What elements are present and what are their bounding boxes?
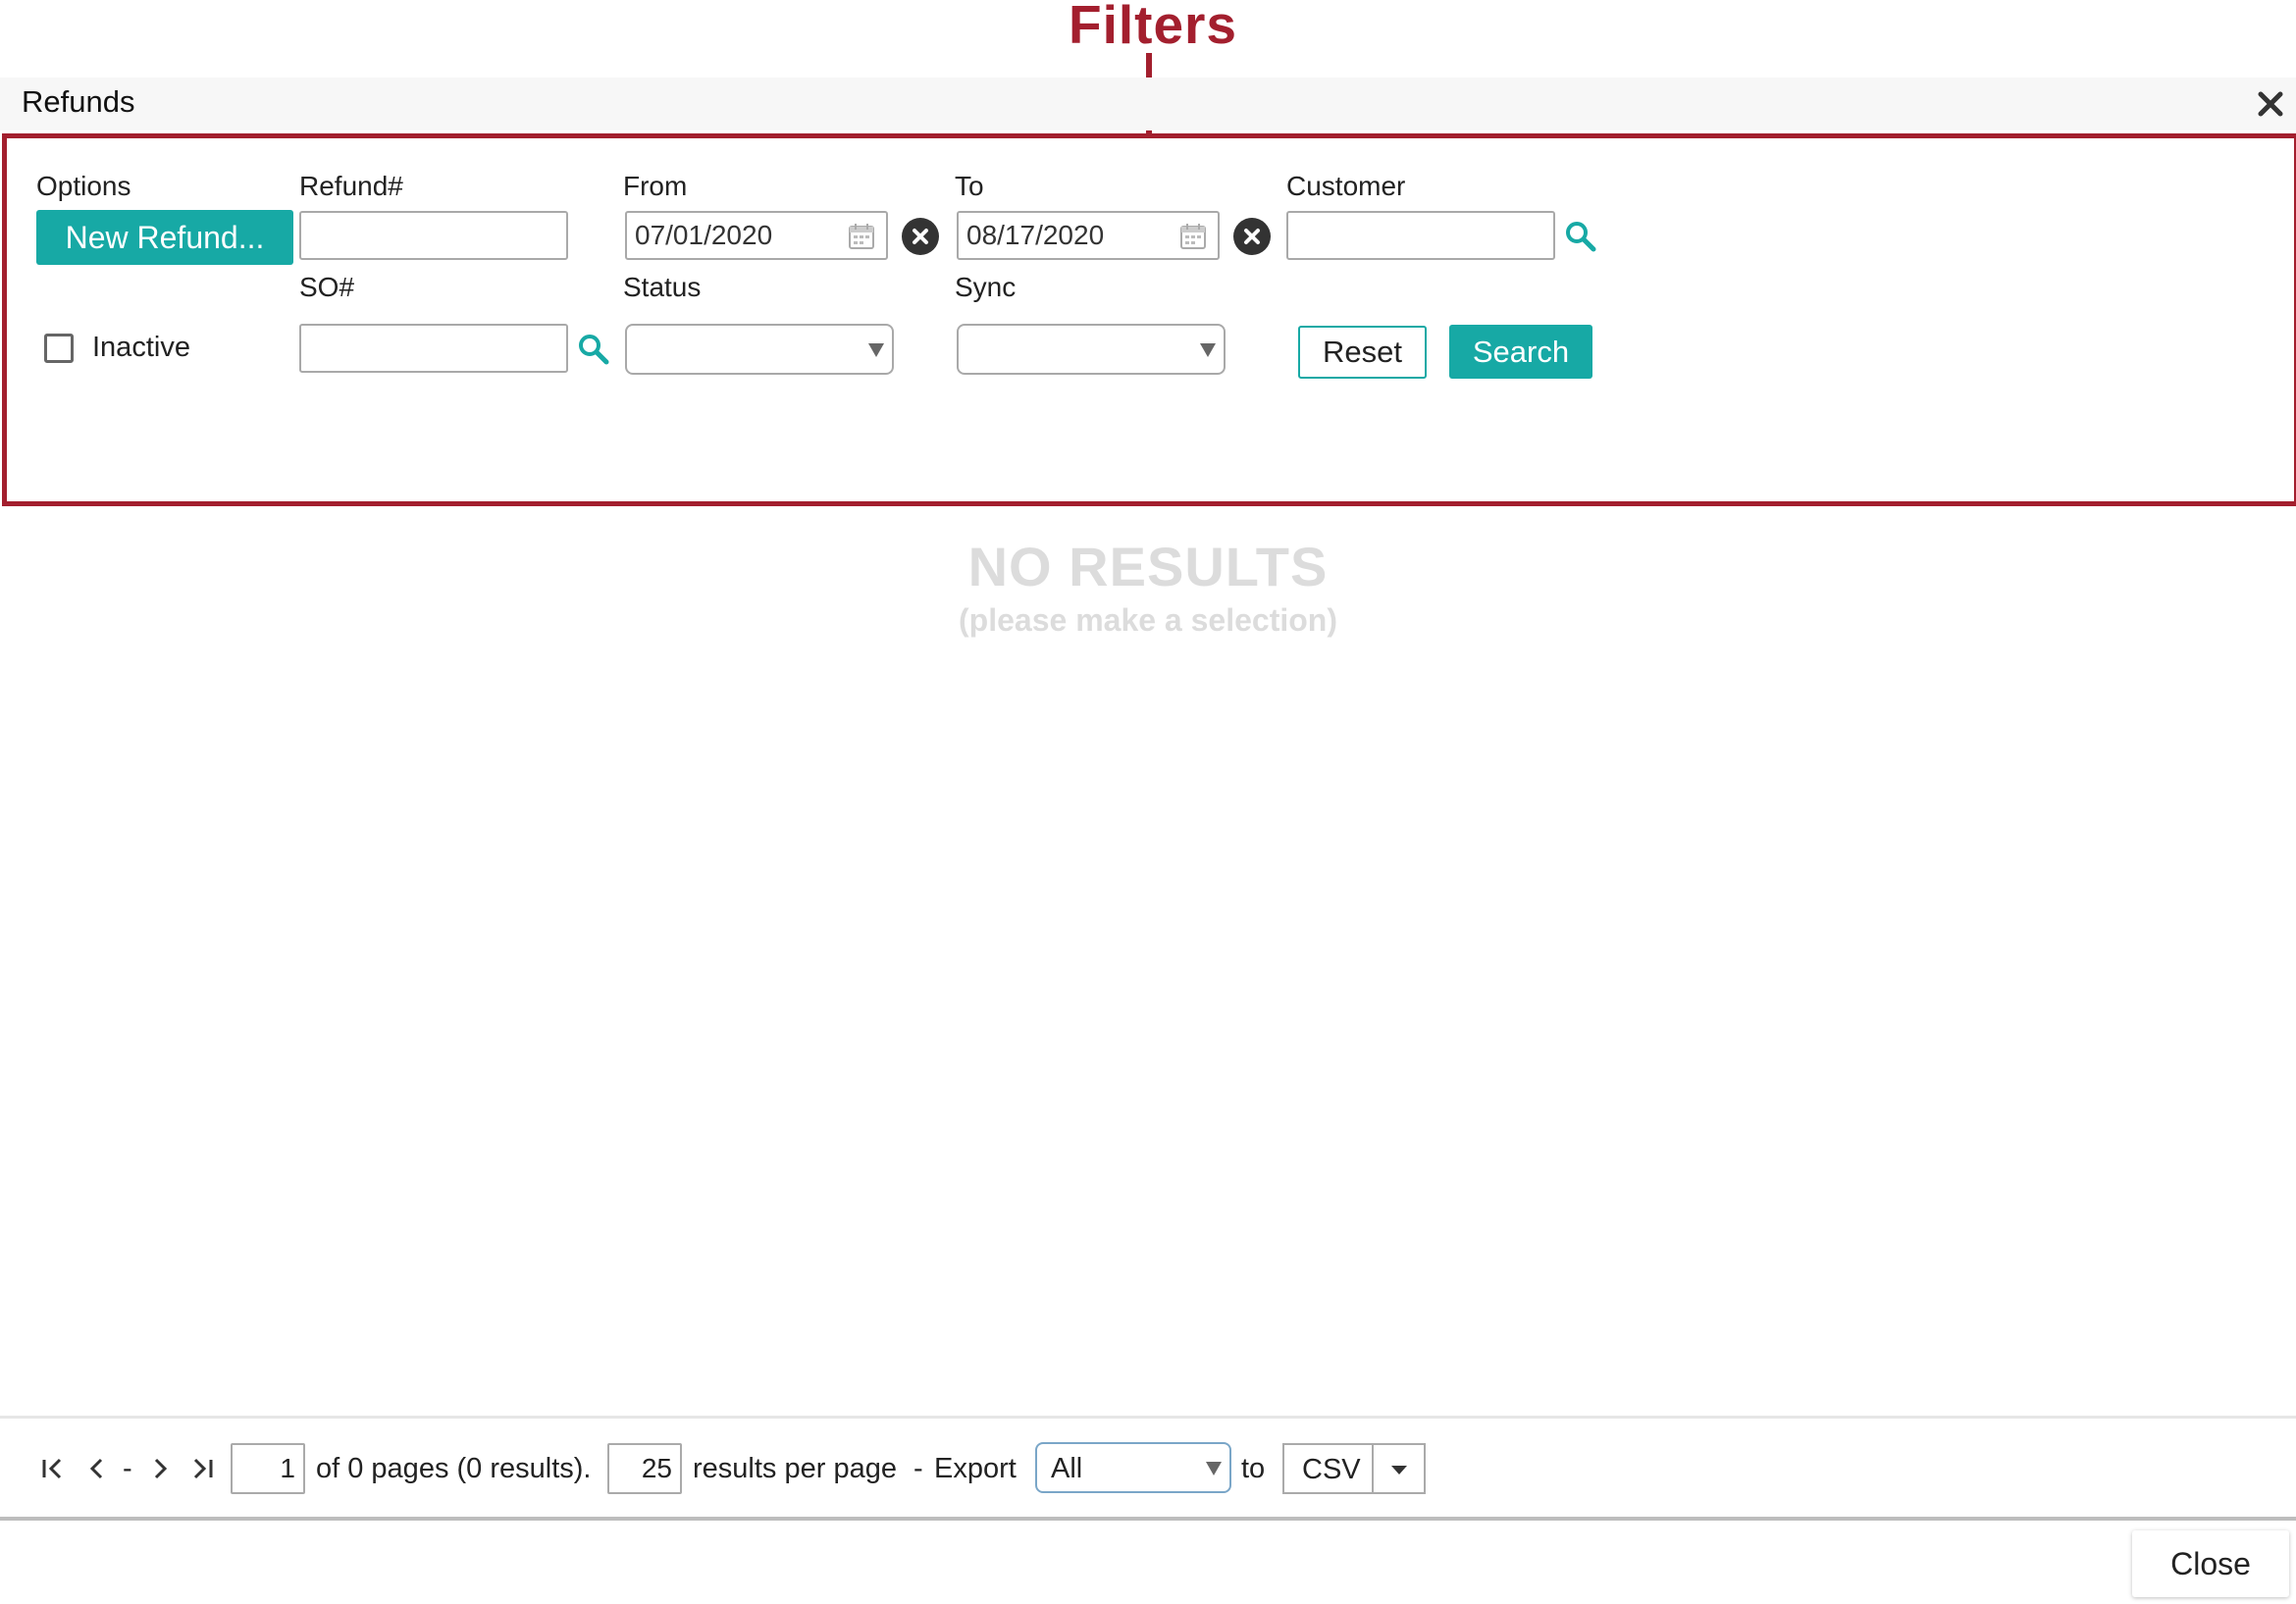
- dialog-header: [0, 78, 2296, 130]
- export-format-value: CSV: [1302, 1454, 1361, 1485]
- sync-select[interactable]: [957, 324, 1226, 375]
- results-per-page-input[interactable]: [607, 1443, 682, 1494]
- export-scope-value: All: [1051, 1453, 1083, 1484]
- calendar-icon[interactable]: [847, 222, 876, 251]
- customer-search-icon[interactable]: [1564, 220, 1597, 253]
- dialog-title: Refunds: [22, 84, 135, 119]
- per-page-label: results per page: [693, 1453, 897, 1484]
- calendar-icon[interactable]: [1178, 222, 1208, 251]
- close-button[interactable]: Close: [2132, 1530, 2289, 1597]
- export-format-divider: [1372, 1445, 1374, 1492]
- inactive-label: Inactive: [92, 332, 190, 363]
- pages-summary: of 0 pages (0 results).: [316, 1453, 592, 1484]
- pager-separator: -: [123, 1453, 132, 1484]
- sync-label: Sync: [955, 272, 1017, 302]
- page-number-input[interactable]: [231, 1443, 305, 1494]
- export-scope-select[interactable]: All: [1035, 1442, 1231, 1493]
- clear-to-date-icon[interactable]: [1233, 218, 1271, 255]
- customer-label: Customer: [1286, 171, 1406, 201]
- footer-divider: [0, 1517, 2296, 1521]
- status-label: Status: [623, 272, 702, 302]
- export-format-select[interactable]: CSV: [1282, 1443, 1426, 1494]
- so-number-input[interactable]: [299, 324, 568, 373]
- so-search-icon[interactable]: [577, 333, 610, 366]
- next-page-icon[interactable]: [145, 1454, 175, 1483]
- last-page-icon[interactable]: [187, 1454, 217, 1483]
- export-label: Export: [934, 1453, 1017, 1484]
- from-label: From: [623, 171, 688, 201]
- empty-results-title: NO RESULTS: [967, 536, 1329, 597]
- inactive-checkbox[interactable]: [44, 334, 74, 363]
- to-label: To: [955, 171, 984, 201]
- annotation-label: Filters: [1068, 0, 1238, 55]
- chevron-down-icon: [1206, 1462, 1222, 1475]
- search-button[interactable]: Search: [1449, 325, 1592, 379]
- pager-dash: -: [913, 1453, 923, 1484]
- pager-divider: [0, 1416, 2296, 1419]
- so-number-label: SO#: [299, 272, 355, 302]
- status-select[interactable]: [625, 324, 894, 375]
- new-refund-button[interactable]: New Refund...: [36, 210, 293, 265]
- chevron-down-icon: [1200, 343, 1216, 357]
- caret-down-icon[interactable]: [1391, 1466, 1407, 1475]
- first-page-icon[interactable]: [38, 1454, 68, 1483]
- refund-number-input[interactable]: [299, 211, 568, 260]
- close-icon[interactable]: [2253, 86, 2288, 122]
- empty-results-subtitle: (please make a selection): [959, 602, 1337, 638]
- previous-page-icon[interactable]: [82, 1454, 112, 1483]
- export-to-label: to: [1241, 1453, 1266, 1484]
- clear-from-date-icon[interactable]: [902, 218, 939, 255]
- customer-input[interactable]: [1286, 211, 1555, 260]
- reset-button[interactable]: Reset: [1298, 326, 1427, 379]
- options-label: Options: [36, 171, 131, 201]
- refund-number-label: Refund#: [299, 171, 403, 201]
- chevron-down-icon: [868, 343, 884, 357]
